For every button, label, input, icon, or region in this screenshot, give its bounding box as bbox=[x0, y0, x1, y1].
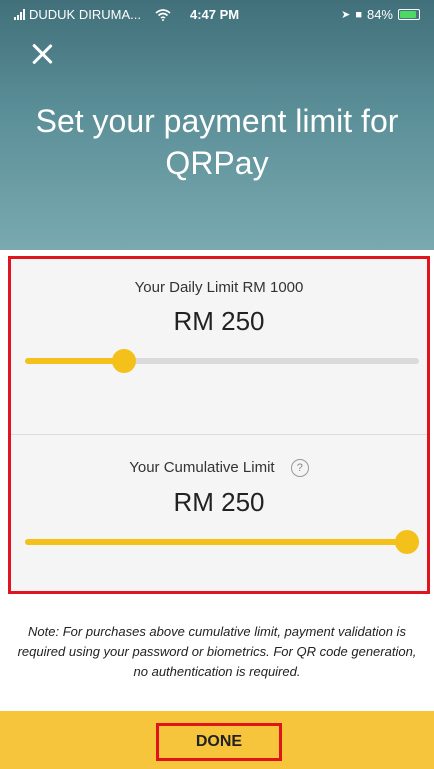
note-text: Note: For purchases above cumulative lim… bbox=[17, 624, 417, 679]
footer-bar: DONE bbox=[0, 711, 434, 769]
signal-icon bbox=[14, 9, 25, 20]
limits-panel: Your Daily Limit RM 1000 RM 250 Your Cum… bbox=[8, 256, 430, 594]
cumulative-limit-label-row: Your Cumulative Limit ? bbox=[11, 459, 427, 478]
daily-limit-slider-track bbox=[25, 358, 419, 364]
header: DUDUK DIRUMA... 4:47 PM ➤ ■ 84% Set your… bbox=[0, 0, 434, 250]
daily-limit-value: RM 250 bbox=[173, 306, 265, 336]
daily-limit-slider-thumb[interactable] bbox=[111, 349, 136, 373]
carrier-name: DUDUK DIRUMA... bbox=[29, 7, 141, 22]
daily-limit-slider-fill bbox=[25, 358, 124, 364]
location-arrow-icon: ➤ bbox=[341, 9, 351, 21]
rotation-lock-icon: ■ bbox=[355, 8, 362, 21]
cumulative-limit-slider-fill bbox=[25, 539, 419, 545]
status-right: ➤ ■ 84% bbox=[341, 7, 420, 22]
status-bar: DUDUK DIRUMA... 4:47 PM ➤ ■ 84% bbox=[0, 0, 434, 30]
cumulative-limit-slider-thumb[interactable] bbox=[395, 530, 419, 554]
daily-limit-section: Your Daily Limit RM 1000 RM 250 bbox=[11, 259, 427, 434]
daily-limit-slider[interactable] bbox=[25, 349, 419, 373]
help-icon[interactable]: ? bbox=[290, 459, 309, 478]
wifi-icon bbox=[155, 8, 171, 21]
daily-limit-label: Your Daily Limit RM 1000 bbox=[134, 279, 304, 296]
page-title: Set your payment limit for QRPay bbox=[35, 103, 399, 181]
cumulative-limit-slider-track bbox=[25, 539, 419, 545]
done-button[interactable]: DONE bbox=[156, 723, 282, 761]
battery-icon bbox=[398, 9, 420, 20]
status-time: 4:47 PM bbox=[190, 7, 240, 22]
cumulative-limit-section: Your Cumulative Limit ? RM 250 bbox=[11, 434, 427, 595]
cumulative-limit-value: RM 250 bbox=[173, 487, 265, 518]
battery-percent: 84% bbox=[366, 7, 393, 22]
cumulative-limit-label: Your Cumulative Limit bbox=[129, 459, 275, 476]
close-button[interactable] bbox=[28, 40, 56, 68]
status-left: DUDUK DIRUMA... bbox=[14, 7, 171, 22]
cumulative-limit-slider[interactable] bbox=[25, 530, 419, 554]
